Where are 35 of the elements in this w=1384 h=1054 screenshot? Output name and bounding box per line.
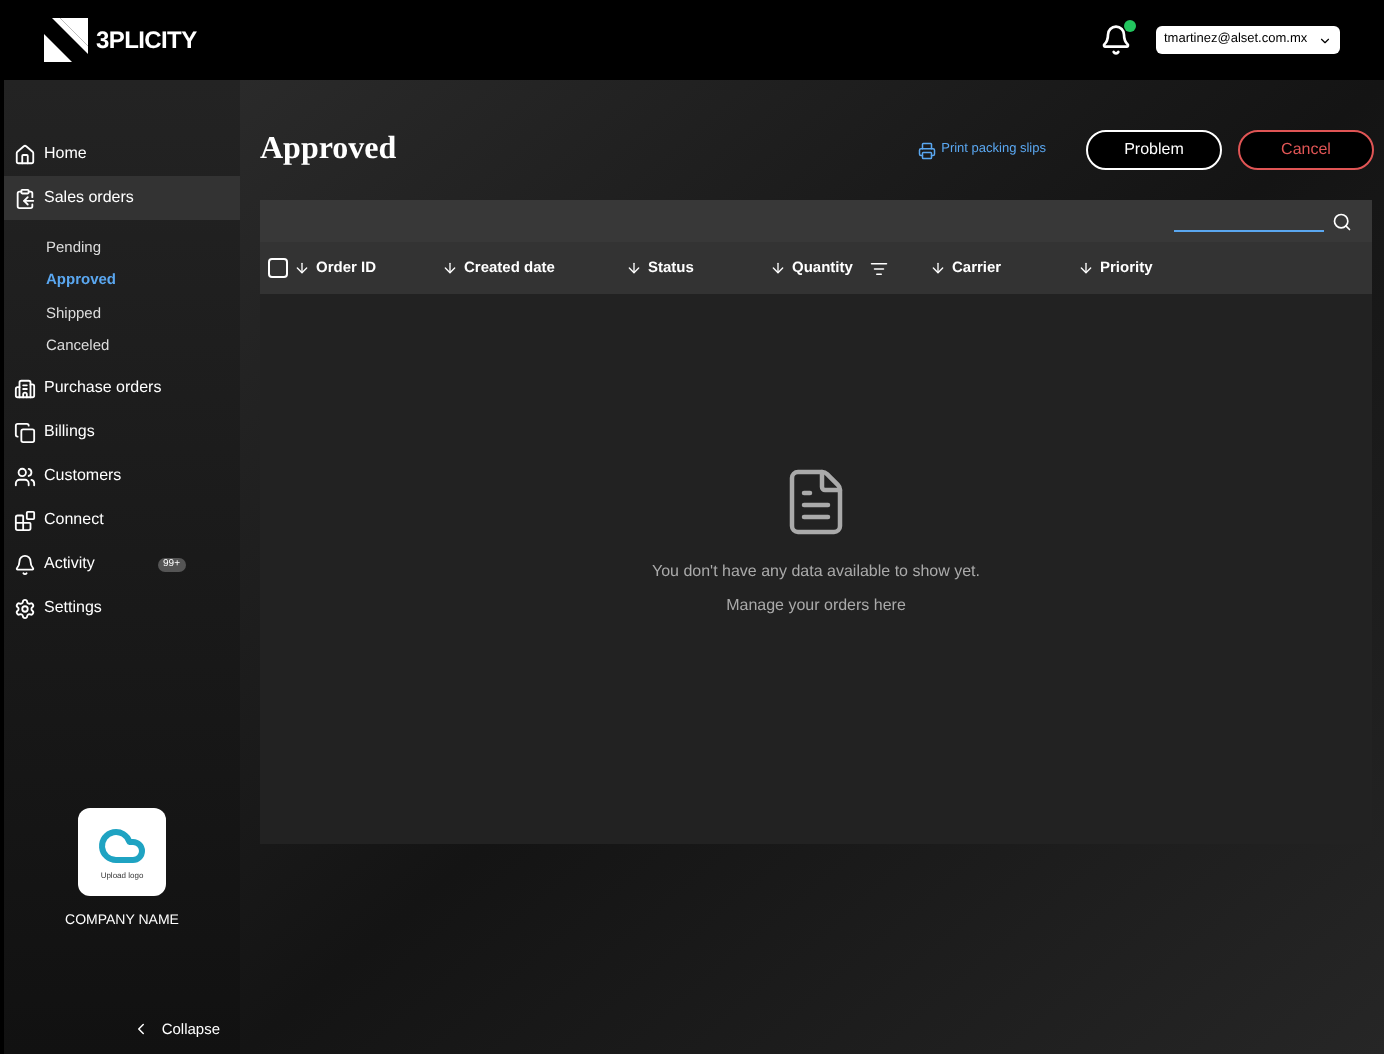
cancel-button[interactable]: Cancel [1238, 130, 1374, 170]
sidebar-item[interactable]: Connect [4, 498, 240, 542]
search-icon [1332, 211, 1352, 231]
blocks-icon [14, 509, 36, 531]
sidebar-item[interactable]: Sales orders [4, 176, 240, 220]
sort-arrow-icon [442, 260, 458, 276]
sidebar-item[interactable]: Customers [4, 454, 240, 498]
logo-icon [44, 18, 88, 62]
sort-arrow-icon [770, 260, 786, 276]
sort-arrow-icon [626, 260, 642, 276]
settings-icon [14, 597, 36, 619]
sort-arrow-icon [930, 260, 946, 276]
notification-button[interactable] [1100, 24, 1132, 56]
sort-arrow-icon [294, 260, 310, 276]
copy-icon [14, 421, 36, 443]
sidebar-item[interactable]: Billings [4, 410, 240, 454]
building-icon [14, 377, 36, 399]
bell-icon [1100, 24, 1132, 56]
sort-arrow-icon [1078, 260, 1094, 276]
logo-text: 3PLICITY [96, 24, 197, 58]
bell-icon [14, 553, 36, 575]
filter-icon[interactable] [870, 259, 889, 277]
home-icon [14, 143, 36, 165]
select-all-checkbox[interactable] [268, 258, 288, 278]
sidebar-item[interactable]: Settings [4, 586, 240, 630]
empty-message: Manage your orders here [726, 594, 906, 618]
caret-icon [1318, 33, 1332, 47]
users-icon [14, 465, 36, 487]
printer-icon [917, 141, 936, 159]
sidebar-item[interactable]: Home [4, 132, 240, 176]
page-title: Approved [260, 130, 397, 170]
action-button[interactable]: Problem [1086, 130, 1222, 170]
clipboard-icon [14, 187, 36, 209]
sidebar-item[interactable]: Purchase orders [4, 366, 240, 410]
empty-message: You don't have any data available to show yet. [651, 560, 980, 584]
